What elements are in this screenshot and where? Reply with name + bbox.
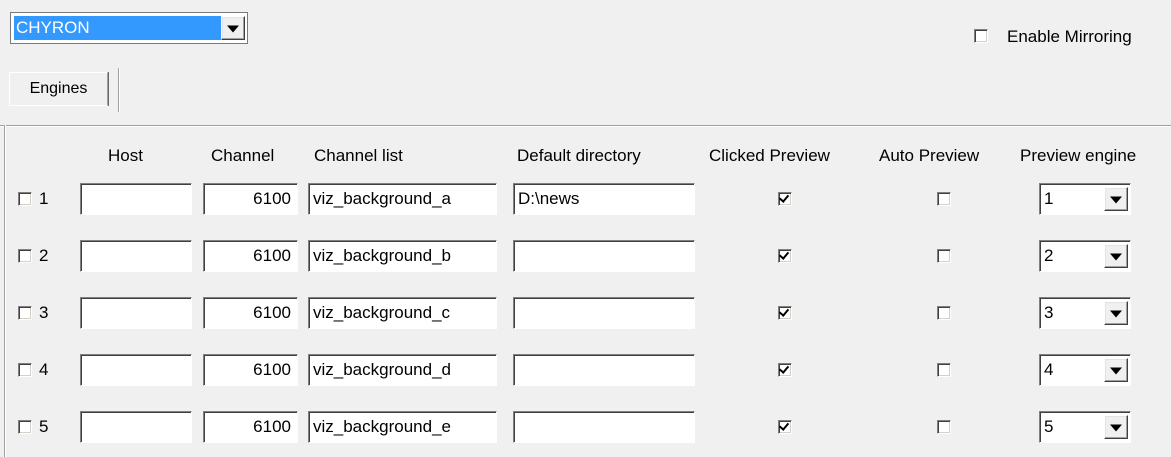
row-number: 5 (39, 417, 49, 436)
preview-engine-value: 5 (1044, 417, 1054, 436)
row-enable-checkbox[interactable] (18, 363, 32, 377)
channel-field[interactable]: 6100 (203, 354, 298, 386)
default-directory-field[interactable] (513, 354, 695, 386)
auto-preview-checkbox[interactable] (937, 363, 951, 377)
auto-preview-checkbox[interactable] (937, 249, 951, 263)
default-directory-field[interactable]: D:\news (513, 183, 695, 215)
row-number: 4 (39, 360, 49, 379)
chevron-down-icon[interactable] (221, 16, 245, 40)
host-field[interactable] (80, 297, 192, 329)
channel-field[interactable]: 6100 (203, 240, 298, 272)
row-enable-checkbox[interactable] (18, 306, 32, 320)
default-directory-field[interactable] (513, 240, 695, 272)
chevron-down-icon[interactable] (1104, 187, 1128, 211)
clicked-preview-checkbox[interactable] (778, 420, 792, 434)
preview-engine-select[interactable]: 5 (1039, 411, 1131, 443)
header-channel: Channel (211, 146, 275, 165)
channel-list-field[interactable]: viz_background_c (308, 297, 497, 329)
header-host: Host (108, 146, 143, 165)
host-field[interactable] (80, 183, 192, 215)
preview-engine-value: 1 (1044, 189, 1054, 208)
clicked-preview-checkbox[interactable] (778, 363, 792, 377)
engine-type-select[interactable]: CHYRON (10, 12, 248, 44)
preview-engine-select[interactable]: 1 (1039, 183, 1131, 215)
auto-preview-checkbox[interactable] (937, 306, 951, 320)
preview-engine-select[interactable]: 2 (1039, 240, 1131, 272)
row-number: 2 (39, 246, 49, 265)
channel-list-field[interactable]: viz_background_d (308, 354, 497, 386)
host-field[interactable] (80, 354, 192, 386)
preview-engine-value: 4 (1044, 360, 1054, 379)
header-auto-preview: Auto Preview (879, 146, 980, 165)
clicked-preview-checkbox[interactable] (778, 249, 792, 263)
row-number: 1 (39, 189, 49, 208)
auto-preview-checkbox[interactable] (937, 192, 951, 206)
host-field[interactable] (80, 240, 192, 272)
host-field[interactable] (80, 411, 192, 443)
preview-engine-value: 2 (1044, 246, 1054, 265)
engine-type-value: CHYRON (14, 16, 222, 40)
enable-mirroring-label: Enable Mirroring (1007, 27, 1132, 46)
chevron-down-icon[interactable] (1104, 415, 1128, 439)
header-preview-engine: Preview engine (1020, 146, 1137, 165)
default-directory-field[interactable] (513, 297, 695, 329)
channel-field[interactable]: 6100 (203, 183, 298, 215)
row-enable-checkbox[interactable] (18, 420, 32, 434)
row-number: 3 (39, 303, 49, 322)
clicked-preview-checkbox[interactable] (778, 192, 792, 206)
clicked-preview-checkbox[interactable] (778, 306, 792, 320)
chevron-down-icon[interactable] (1104, 358, 1128, 382)
preview-engine-select[interactable]: 4 (1039, 354, 1131, 386)
auto-preview-checkbox[interactable] (937, 420, 951, 434)
chevron-down-icon[interactable] (1104, 301, 1128, 325)
row-enable-checkbox[interactable] (18, 249, 32, 263)
tab-divider (118, 68, 119, 112)
group-frame-top (0, 125, 1171, 126)
default-directory-field[interactable] (513, 411, 695, 443)
tab-engines[interactable]: Engines (9, 72, 108, 106)
group-frame-left (4, 125, 5, 457)
header-channel-list: Channel list (314, 146, 403, 165)
channel-field[interactable]: 6100 (203, 297, 298, 329)
header-default-directory: Default directory (517, 146, 641, 165)
chevron-down-icon[interactable] (1104, 244, 1128, 268)
row-enable-checkbox[interactable] (18, 192, 32, 206)
channel-field[interactable]: 6100 (203, 411, 298, 443)
preview-engine-select[interactable]: 3 (1039, 297, 1131, 329)
header-clicked-preview: Clicked Preview (709, 146, 830, 165)
channel-list-field[interactable]: viz_background_b (308, 240, 497, 272)
enable-mirroring-checkbox[interactable] (974, 29, 988, 43)
preview-engine-value: 3 (1044, 303, 1054, 322)
channel-list-field[interactable]: viz_background_e (308, 411, 497, 443)
channel-list-field[interactable]: viz_background_a (308, 183, 497, 215)
